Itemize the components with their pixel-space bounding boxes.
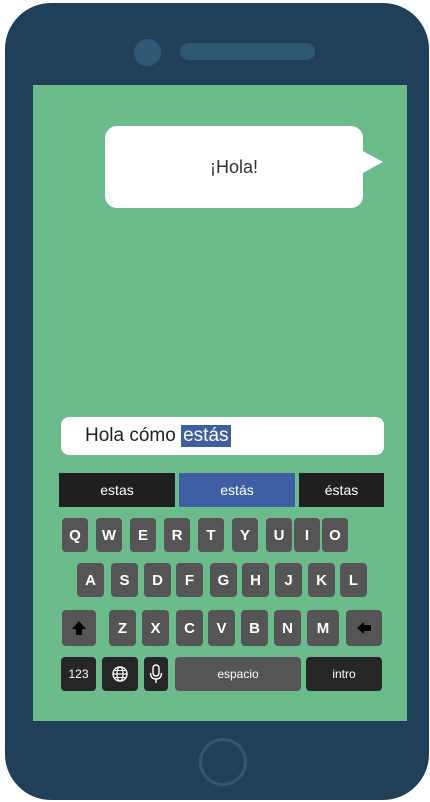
key-m[interactable]: M: [307, 610, 339, 646]
backspace-key[interactable]: [346, 610, 382, 646]
message-input[interactable]: Hola cómo estás: [61, 417, 384, 455]
suggestion-1[interactable]: estas: [59, 473, 175, 507]
globe-key[interactable]: [102, 657, 138, 691]
key-j[interactable]: J: [275, 563, 302, 597]
numbers-key[interactable]: 123: [61, 657, 96, 691]
key-i[interactable]: I: [294, 518, 320, 552]
key-l[interactable]: L: [340, 563, 367, 597]
microphone-icon: [149, 664, 163, 683]
key-q[interactable]: Q: [62, 518, 88, 552]
input-selected-word: estás: [181, 425, 231, 447]
chat-bubble: ¡Hola!: [105, 126, 363, 208]
shift-up-arrow-icon: [72, 621, 86, 635]
suggestion-3[interactable]: éstas: [299, 473, 384, 507]
key-b[interactable]: B: [241, 610, 268, 646]
key-y[interactable]: Y: [232, 518, 258, 552]
key-f[interactable]: F: [176, 563, 203, 597]
chat-message: ¡Hola!: [209, 156, 258, 177]
front-camera: [134, 39, 161, 66]
key-v[interactable]: V: [208, 610, 235, 646]
key-h[interactable]: H: [242, 563, 269, 597]
backspace-arrow-icon: [357, 622, 371, 634]
key-x[interactable]: X: [142, 610, 169, 646]
speaker-grille: [180, 43, 315, 60]
input-text: Hola cómo: [85, 425, 182, 446]
enter-key[interactable]: intro: [306, 657, 382, 691]
key-a[interactable]: A: [77, 563, 104, 597]
key-n[interactable]: N: [274, 610, 301, 646]
globe-icon: [112, 666, 128, 682]
key-w[interactable]: W: [96, 518, 122, 552]
key-g[interactable]: G: [210, 563, 237, 597]
key-u[interactable]: U: [266, 518, 292, 552]
chat-bubble-tail: [361, 150, 383, 174]
space-key[interactable]: espacio: [175, 657, 301, 691]
key-k[interactable]: K: [308, 563, 335, 597]
key-r[interactable]: R: [164, 518, 190, 552]
key-e[interactable]: E: [130, 518, 156, 552]
key-z[interactable]: Z: [109, 610, 136, 646]
shift-key[interactable]: [62, 610, 96, 646]
key-c[interactable]: C: [176, 610, 203, 646]
key-d[interactable]: D: [144, 563, 171, 597]
suggestion-2[interactable]: estás: [179, 473, 295, 507]
key-t[interactable]: T: [198, 518, 224, 552]
microphone-key[interactable]: [144, 657, 168, 691]
home-button[interactable]: [199, 738, 247, 786]
key-s[interactable]: S: [111, 563, 138, 597]
key-o[interactable]: O: [322, 518, 348, 552]
